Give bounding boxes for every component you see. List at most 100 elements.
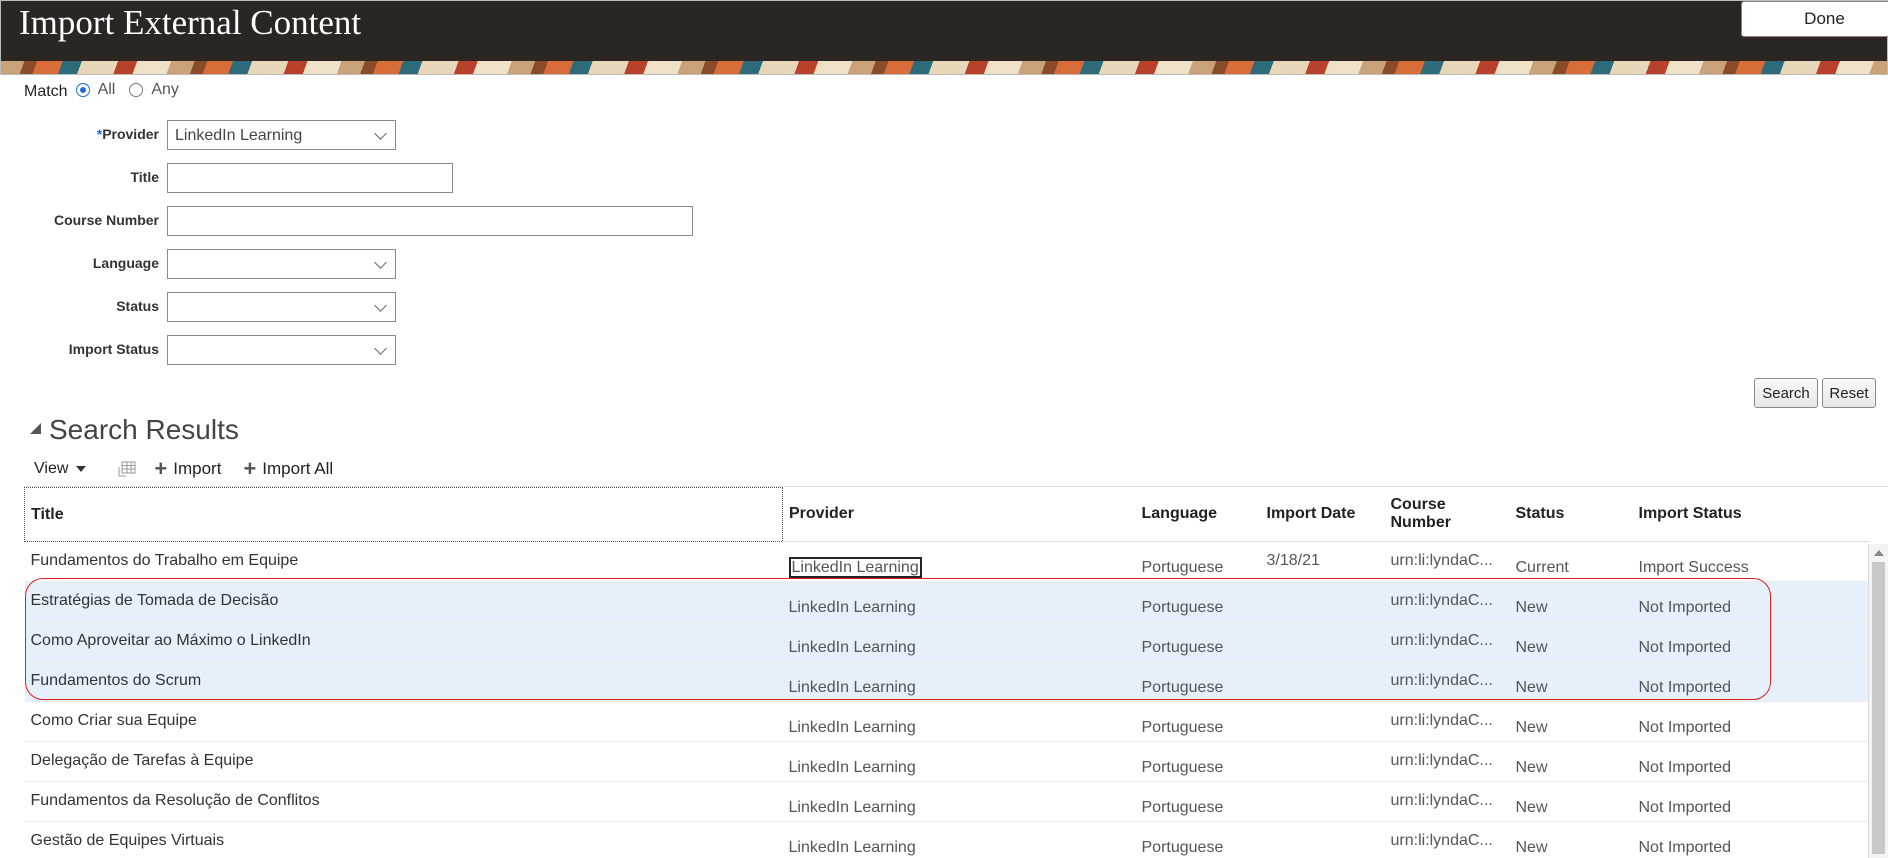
plus-icon: + [243, 456, 257, 481]
row-import-status: Not Imported [1632, 821, 1870, 858]
match-option-all-label: All [97, 81, 116, 98]
status-label: Status [116, 298, 159, 314]
results-table-container: Title Provider Language Import Date Cour… [24, 486, 1888, 858]
table-row[interactable]: Delegação de Tarefas à Equipe LinkedIn L… [24, 741, 1870, 782]
chevron-down-icon [374, 127, 387, 140]
table-row[interactable]: Estratégias de Tomada de Decisão LinkedI… [24, 581, 1870, 622]
row-import-date [1260, 781, 1385, 822]
row-status: New [1509, 701, 1633, 742]
row-language: Portuguese [1135, 781, 1261, 822]
row-import-date [1260, 661, 1385, 702]
results-toolbar: View + Import + Import All [34, 455, 355, 483]
column-header-provider[interactable]: Provider [782, 487, 1136, 542]
import-button-label: Import [173, 459, 222, 478]
table-header-row: Title Provider Language Import Date Cour… [24, 487, 1870, 542]
import-button[interactable]: + Import [154, 458, 221, 480]
row-import-status: Not Imported [1632, 621, 1870, 662]
scrollbar-thumb[interactable] [1872, 562, 1885, 854]
title-input[interactable] [167, 163, 453, 193]
table-row[interactable]: Fundamentos do Trabalho em Equipe Linked… [24, 541, 1870, 582]
row-title: Fundamentos do Scrum [24, 661, 783, 702]
row-course-number: urn:li:lyndaC... [1384, 821, 1510, 858]
chevron-down-icon [374, 256, 387, 269]
row-language: Portuguese [1135, 821, 1261, 858]
import-status-label: Import Status [68, 341, 159, 357]
row-course-number: urn:li:lyndaC... [1384, 701, 1510, 742]
view-menu[interactable]: View [34, 460, 87, 478]
row-import-date [1260, 621, 1385, 662]
column-header-status[interactable]: Status [1509, 487, 1633, 542]
reset-button[interactable]: Reset [1822, 378, 1876, 408]
chevron-down-icon [374, 342, 387, 355]
column-header-import-status[interactable]: Import Status [1632, 487, 1870, 542]
table-row[interactable]: Gestão de Equipes Virtuais LinkedIn Lear… [24, 821, 1870, 858]
table-row[interactable]: Como Criar sua Equipe LinkedIn Learning … [24, 701, 1870, 742]
plus-icon: + [154, 456, 168, 481]
row-language: Portuguese [1135, 661, 1261, 702]
column-header-title[interactable]: Title [24, 487, 783, 542]
table-vertical-scrollbar[interactable] [1868, 544, 1888, 858]
row-course-number: urn:li:lyndaC... [1384, 661, 1510, 702]
row-language: Portuguese [1135, 581, 1261, 622]
course-number-label: Course Number [53, 212, 159, 228]
results-table: Title Provider Language Import Date Cour… [24, 487, 1870, 858]
provider-select[interactable]: LinkedIn Learning [167, 120, 396, 150]
row-course-number: urn:li:lyndaC... [1384, 741, 1510, 782]
import-all-button-label: Import All [262, 459, 334, 478]
row-import-status: Not Imported [1632, 581, 1870, 622]
row-language: Portuguese [1135, 621, 1261, 662]
row-import-date [1260, 581, 1385, 622]
course-number-input[interactable] [167, 206, 693, 236]
column-header-course-number-line1: Course [1390, 496, 1446, 514]
language-label: Language [92, 255, 159, 271]
row-title: Fundamentos da Resolução de Conflitos [24, 781, 783, 822]
row-status: New [1509, 821, 1633, 858]
table-row[interactable]: Fundamentos da Resolução de Conflitos Li… [24, 781, 1870, 822]
import-status-select[interactable] [167, 335, 396, 365]
collapse-triangle-icon[interactable] [30, 422, 41, 434]
row-provider-link[interactable]: LinkedIn Learning [788, 557, 922, 578]
match-group: Match All Any [24, 79, 193, 101]
scroll-up-arrow-icon[interactable] [1874, 550, 1884, 556]
view-menu-label: View [34, 460, 69, 477]
row-title: Como Criar sua Equipe [24, 701, 783, 742]
import-all-button[interactable]: + Import All [243, 458, 333, 480]
header-decorative-band [1, 61, 1887, 74]
row-provider[interactable]: LinkedIn Learning [782, 541, 1136, 582]
column-header-import-date[interactable]: Import Date [1260, 487, 1385, 542]
row-import-status: Not Imported [1632, 741, 1870, 782]
row-import-status: Not Imported [1632, 701, 1870, 742]
match-option-any-label: Any [151, 81, 179, 98]
radio-selected-icon[interactable] [75, 83, 90, 97]
row-title: Gestão de Equipes Virtuais [24, 821, 783, 858]
title-label: Title [130, 169, 159, 185]
search-results-header[interactable]: Search Results [30, 414, 239, 446]
match-label: Match [24, 83, 68, 100]
row-course-number: urn:li:lyndaC... [1384, 621, 1510, 662]
column-header-language[interactable]: Language [1135, 487, 1261, 542]
row-course-number: urn:li:lyndaC... [1384, 581, 1510, 622]
row-import-status: Not Imported [1632, 781, 1870, 822]
row-import-status: Import Success [1632, 541, 1870, 582]
row-course-number: urn:li:lyndaC... [1384, 541, 1510, 582]
provider-label: *Provider [19, 126, 159, 142]
column-header-course-number-line2: Number [1390, 514, 1451, 532]
match-option-all[interactable]: All [75, 81, 116, 99]
page-title: Import External Content [19, 3, 362, 42]
row-title: Estratégias de Tomada de Decisão [24, 581, 783, 622]
search-button[interactable]: Search [1754, 378, 1818, 408]
freeze-columns-icon[interactable] [118, 461, 136, 477]
row-status: New [1509, 781, 1633, 822]
row-title: Como Aproveitar ao Máximo o LinkedIn [24, 621, 783, 662]
table-row[interactable]: Como Aproveitar ao Máximo o LinkedIn Lin… [24, 621, 1870, 662]
row-import-date [1260, 701, 1385, 742]
done-button[interactable]: Done [1741, 1, 1888, 37]
language-select[interactable] [167, 249, 396, 279]
status-select[interactable] [167, 292, 396, 322]
row-status: New [1509, 581, 1633, 622]
chevron-down-icon [374, 299, 387, 312]
table-row[interactable]: Fundamentos do Scrum LinkedIn Learning P… [24, 661, 1870, 702]
radio-unselected-icon[interactable] [129, 83, 144, 97]
match-option-any[interactable]: Any [129, 81, 179, 99]
column-header-course-number[interactable]: Course Number [1384, 487, 1510, 542]
